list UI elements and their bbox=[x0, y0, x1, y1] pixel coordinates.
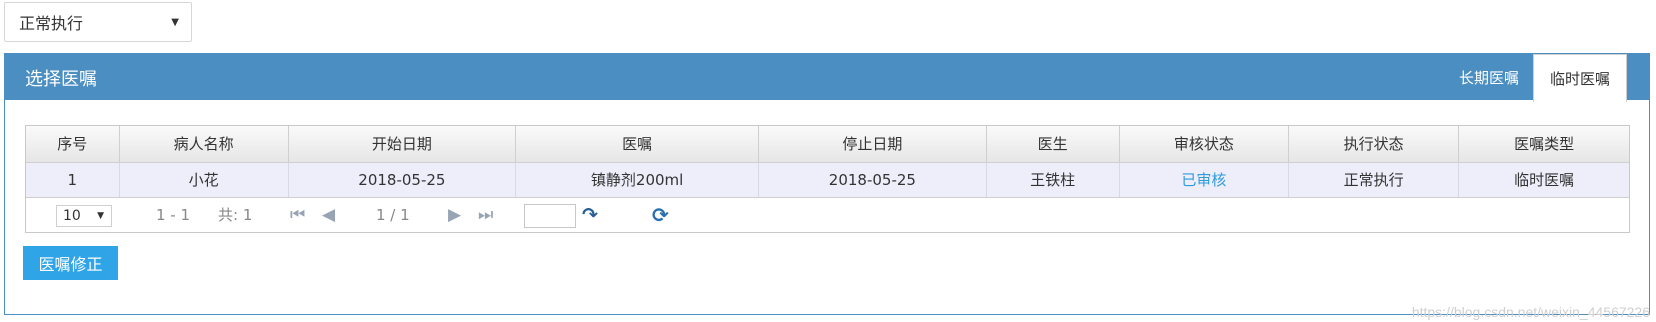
cell-patient-name: 小花 bbox=[119, 162, 289, 198]
chevron-down-icon: ▼ bbox=[171, 17, 179, 28]
order-type-tabs: 长期医嘱 临时医嘱 bbox=[1445, 54, 1627, 102]
cell-start-date: 2018-05-25 bbox=[288, 162, 517, 198]
page-size-select[interactable]: 10 ▼ bbox=[56, 204, 112, 227]
chevron-down-icon: ▼ bbox=[97, 210, 104, 221]
cell-stop-date: 2018-05-25 bbox=[758, 162, 987, 198]
refresh-icon[interactable]: ⟳ bbox=[652, 198, 669, 232]
column-header[interactable]: 停止日期 bbox=[758, 126, 987, 163]
orders-table: 序号 病人名称 开始日期 医嘱 停止日期 医生 审核状态 执行状态 医嘱类型 1… bbox=[26, 126, 1629, 198]
cell-execution-status: 正常执行 bbox=[1288, 162, 1460, 198]
goto-page-input[interactable] bbox=[524, 203, 576, 228]
status-select[interactable]: 正常执行 ▼ bbox=[4, 2, 192, 42]
page-size-value: 10 bbox=[63, 207, 81, 224]
record-range: 1 - 1 bbox=[156, 205, 191, 224]
cell-order-type: 临时医嘱 bbox=[1458, 162, 1629, 198]
next-page-icon[interactable]: ▶ bbox=[448, 198, 461, 232]
orders-grid: 序号 病人名称 开始日期 医嘱 停止日期 医生 审核状态 执行状态 医嘱类型 1… bbox=[25, 125, 1630, 233]
panel-title: 选择医嘱 bbox=[25, 69, 97, 90]
first-page-icon[interactable]: ⏮ bbox=[290, 198, 305, 232]
column-header[interactable]: 医嘱类型 bbox=[1458, 126, 1629, 163]
tab-long-term-orders[interactable]: 长期医嘱 bbox=[1445, 54, 1533, 100]
cell-review-status[interactable]: 已审核 bbox=[1119, 162, 1289, 198]
record-total: 共: 1 bbox=[218, 206, 253, 224]
go-page-icon[interactable]: ↷ bbox=[582, 198, 598, 232]
tab-temporary-orders[interactable]: 临时医嘱 bbox=[1532, 54, 1627, 102]
order-panel: 选择医嘱 长期医嘱 临时医嘱 序号 病人名称 开始日期 医嘱 停止日期 医生 审… bbox=[4, 53, 1650, 315]
prev-page-icon[interactable]: ◀ bbox=[322, 198, 335, 232]
cell-order: 镇静剂200ml bbox=[515, 162, 760, 198]
column-header[interactable]: 医生 bbox=[986, 126, 1120, 163]
column-header[interactable]: 开始日期 bbox=[288, 126, 517, 163]
column-header[interactable]: 执行状态 bbox=[1288, 126, 1460, 163]
status-select-value: 正常执行 bbox=[19, 14, 84, 33]
cell-index: 1 bbox=[26, 162, 120, 198]
table-header-row: 序号 病人名称 开始日期 医嘱 停止日期 医生 审核状态 执行状态 医嘱类型 bbox=[26, 126, 1629, 163]
page-indicator: 1 / 1 bbox=[376, 205, 410, 224]
column-header[interactable]: 序号 bbox=[26, 126, 120, 163]
column-header[interactable]: 病人名称 bbox=[119, 126, 289, 163]
watermark: https://blog.csdn.net/weixin_44567226 bbox=[1411, 304, 1650, 320]
panel-header: 选择医嘱 长期医嘱 临时医嘱 bbox=[5, 54, 1649, 102]
table-row[interactable]: 1 小花 2018-05-25 镇静剂200ml 2018-05-25 王铁柱 … bbox=[26, 162, 1629, 198]
column-header[interactable]: 医嘱 bbox=[515, 126, 760, 163]
cell-doctor: 王铁柱 bbox=[986, 162, 1120, 198]
column-header[interactable]: 审核状态 bbox=[1119, 126, 1289, 163]
pager: 10 ▼ 1 - 1 共: 1 ⏮ ◀ 1 / 1 ▶ ⏭ ↷ ⟳ bbox=[26, 198, 1629, 232]
order-edit-button[interactable]: 医嘱修正 bbox=[23, 246, 118, 280]
last-page-icon[interactable]: ⏭ bbox=[478, 198, 493, 232]
